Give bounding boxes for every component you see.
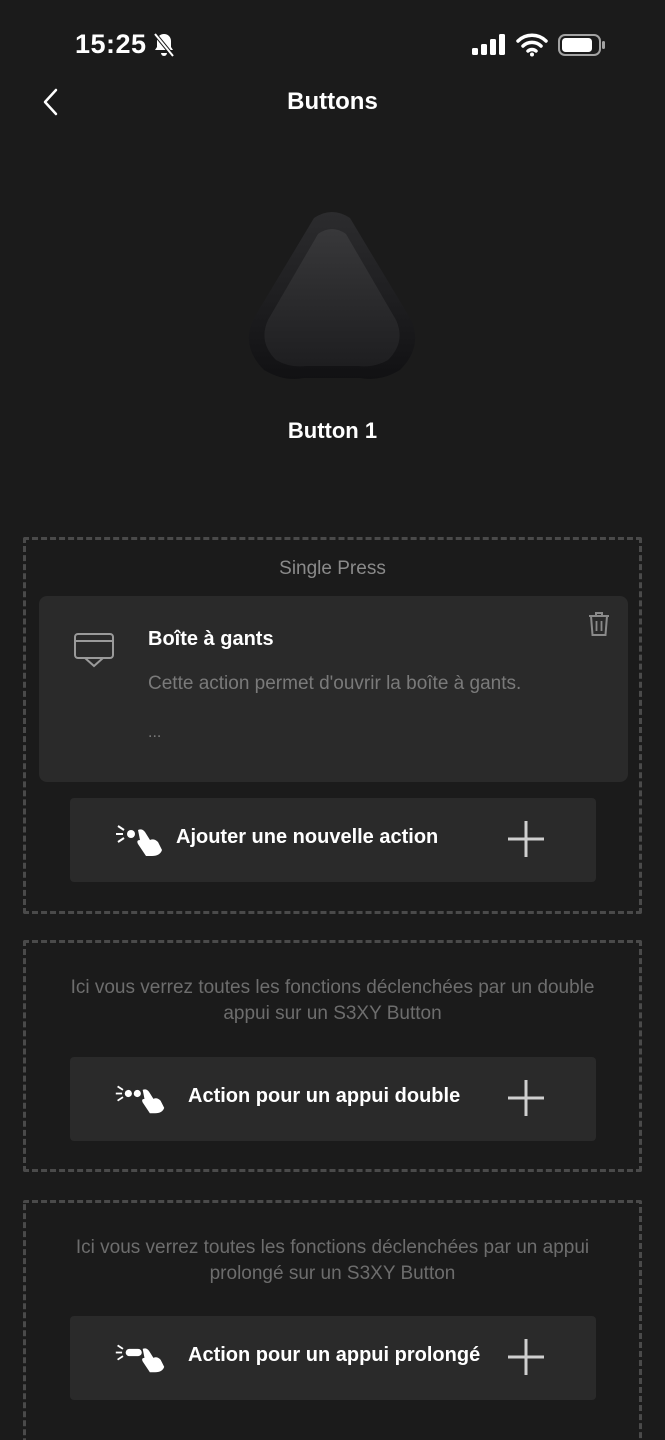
nav-bar: Buttons [0, 80, 665, 126]
trash-icon[interactable] [587, 610, 611, 638]
action-card[interactable]: Boîte à gants Cette action permet d'ouvr… [39, 596, 628, 782]
add-action-label: Ajouter une nouvelle action [176, 826, 439, 848]
wifi-icon [516, 33, 548, 57]
cellular-signal-icon [472, 34, 505, 55]
glovebox-icon [74, 633, 114, 668]
action-description: Cette action permet d'ouvrir la boîte à … [148, 673, 522, 694]
device-name: Button 1 [287, 418, 378, 443]
section-title: Single Press [279, 558, 386, 579]
button-device-image [248, 212, 416, 379]
add-action-button[interactable]: Ajouter une nouvelle action [70, 798, 596, 882]
plus-icon [508, 1080, 544, 1116]
page-title: Buttons [287, 88, 378, 115]
battery-icon [558, 34, 605, 56]
tap-hand-icon [116, 825, 162, 856]
status-bar: 15:25 [0, 0, 665, 90]
action-more: ... [148, 724, 162, 741]
add-double-action-button[interactable]: Action pour un appui double [70, 1057, 596, 1141]
long-press-section: Ici vous verrez toutes les fonctions déc… [23, 1200, 642, 1440]
screen: 15:25 Buttons Button 1 Single Press Boît… [0, 0, 665, 1440]
add-long-action-button[interactable]: Action pour un appui prolongé [70, 1316, 596, 1400]
add-long-action-label: Action pour un appui prolongé [188, 1344, 481, 1366]
double-press-section: Ici vous verrez toutes les fonctions déc… [23, 940, 642, 1172]
add-double-action-label: Action pour un appui double [188, 1085, 461, 1107]
section-info: Ici vous verrez toutes les fonctions déc… [75, 1237, 590, 1284]
single-press-section: Single Press Boîte à gants Cette action … [23, 537, 642, 914]
plus-icon [508, 1339, 544, 1375]
status-time: 15:25 [75, 29, 147, 59]
plus-icon [508, 821, 544, 857]
action-title: Boîte à gants [148, 628, 274, 650]
double-tap-hand-icon [115, 1085, 165, 1114]
section-info: Ici vous verrez toutes les fonctions déc… [70, 977, 595, 1024]
bell-muted-icon [153, 32, 175, 58]
long-press-hand-icon [115, 1344, 165, 1373]
